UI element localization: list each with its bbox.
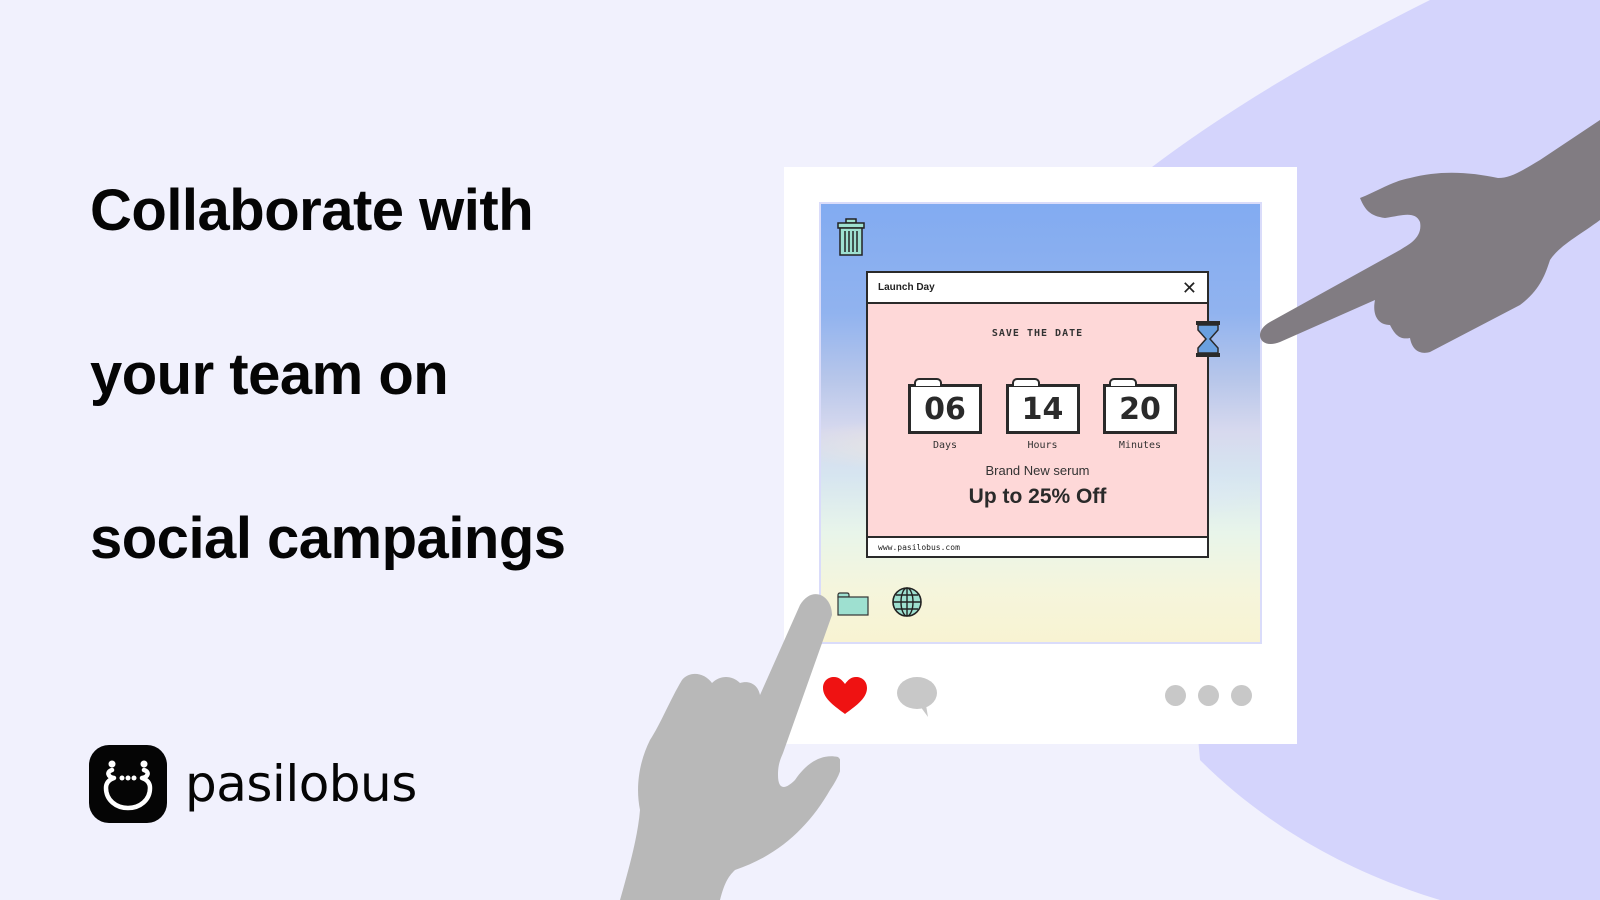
post-image[interactable]: Launch Day ✕ SAVE THE DATE 06 Days 14 Ho… (819, 202, 1262, 644)
headline-line-1: Collaborate with (90, 178, 534, 243)
pointing-hand-right-icon (1259, 120, 1600, 353)
popup-url[interactable]: www.pasilobus.com (868, 536, 1207, 556)
post-actions (784, 672, 1297, 722)
folder-icon[interactable] (837, 592, 869, 621)
headline-line-2: your team on (90, 342, 449, 407)
countdown-value: 06 (908, 378, 982, 434)
promo-offer: Up to 25% Off (968, 485, 1107, 508)
countdown-value: 20 (1103, 378, 1177, 434)
countdown-minutes: 20 Minutes (1103, 378, 1177, 451)
countdown-label: Minutes (1118, 440, 1162, 451)
promo-subtitle: Brand New serum (985, 463, 1090, 478)
brand-logo (89, 745, 167, 823)
timer-tab (1011, 378, 1040, 386)
dot (1231, 685, 1252, 706)
timer-tab (1109, 378, 1137, 386)
trash-icon[interactable] (837, 218, 865, 261)
headline: Collaborate with your team on social cam… (90, 88, 690, 662)
more-dots-icon[interactable] (1165, 685, 1252, 706)
countdown: 06 Days 14 Hours 20 Minutes (908, 378, 1177, 451)
popup-eyebrow: SAVE THE DATE (991, 328, 1084, 339)
pointing-hand-left-icon (620, 594, 840, 900)
countdown-value: 14 (1005, 378, 1080, 434)
countdown-hours: 14 Hours (1005, 378, 1080, 451)
social-post-card: Launch Day ✕ SAVE THE DATE 06 Days 14 Ho… (784, 167, 1297, 744)
close-icon[interactable]: ✕ (1182, 279, 1197, 297)
smiley-face-icon (103, 760, 153, 811)
dot (1198, 685, 1219, 706)
headline-line-3: social campaings (90, 506, 566, 571)
countdown-days-value: 06 (924, 391, 966, 427)
globe-icon[interactable] (891, 586, 923, 623)
brand: pasilobus (89, 745, 417, 823)
brand-name: pasilobus (185, 755, 417, 813)
countdown-label: Hours (1027, 440, 1058, 451)
hourglass-icon[interactable] (1195, 320, 1221, 363)
popup-title: Launch Day (878, 282, 935, 293)
dot (1165, 685, 1186, 706)
countdown-hours-value: 14 (1021, 391, 1064, 427)
countdown-days: 06 Days (908, 378, 982, 451)
timer-tab (914, 378, 942, 386)
popup-titlebar: Launch Day ✕ (868, 273, 1207, 304)
countdown-label: Days (932, 440, 958, 451)
comment-icon[interactable] (896, 675, 938, 724)
launch-popup: Launch Day ✕ SAVE THE DATE 06 Days 14 Ho… (866, 271, 1209, 558)
countdown-minutes-value: 20 (1119, 391, 1161, 427)
